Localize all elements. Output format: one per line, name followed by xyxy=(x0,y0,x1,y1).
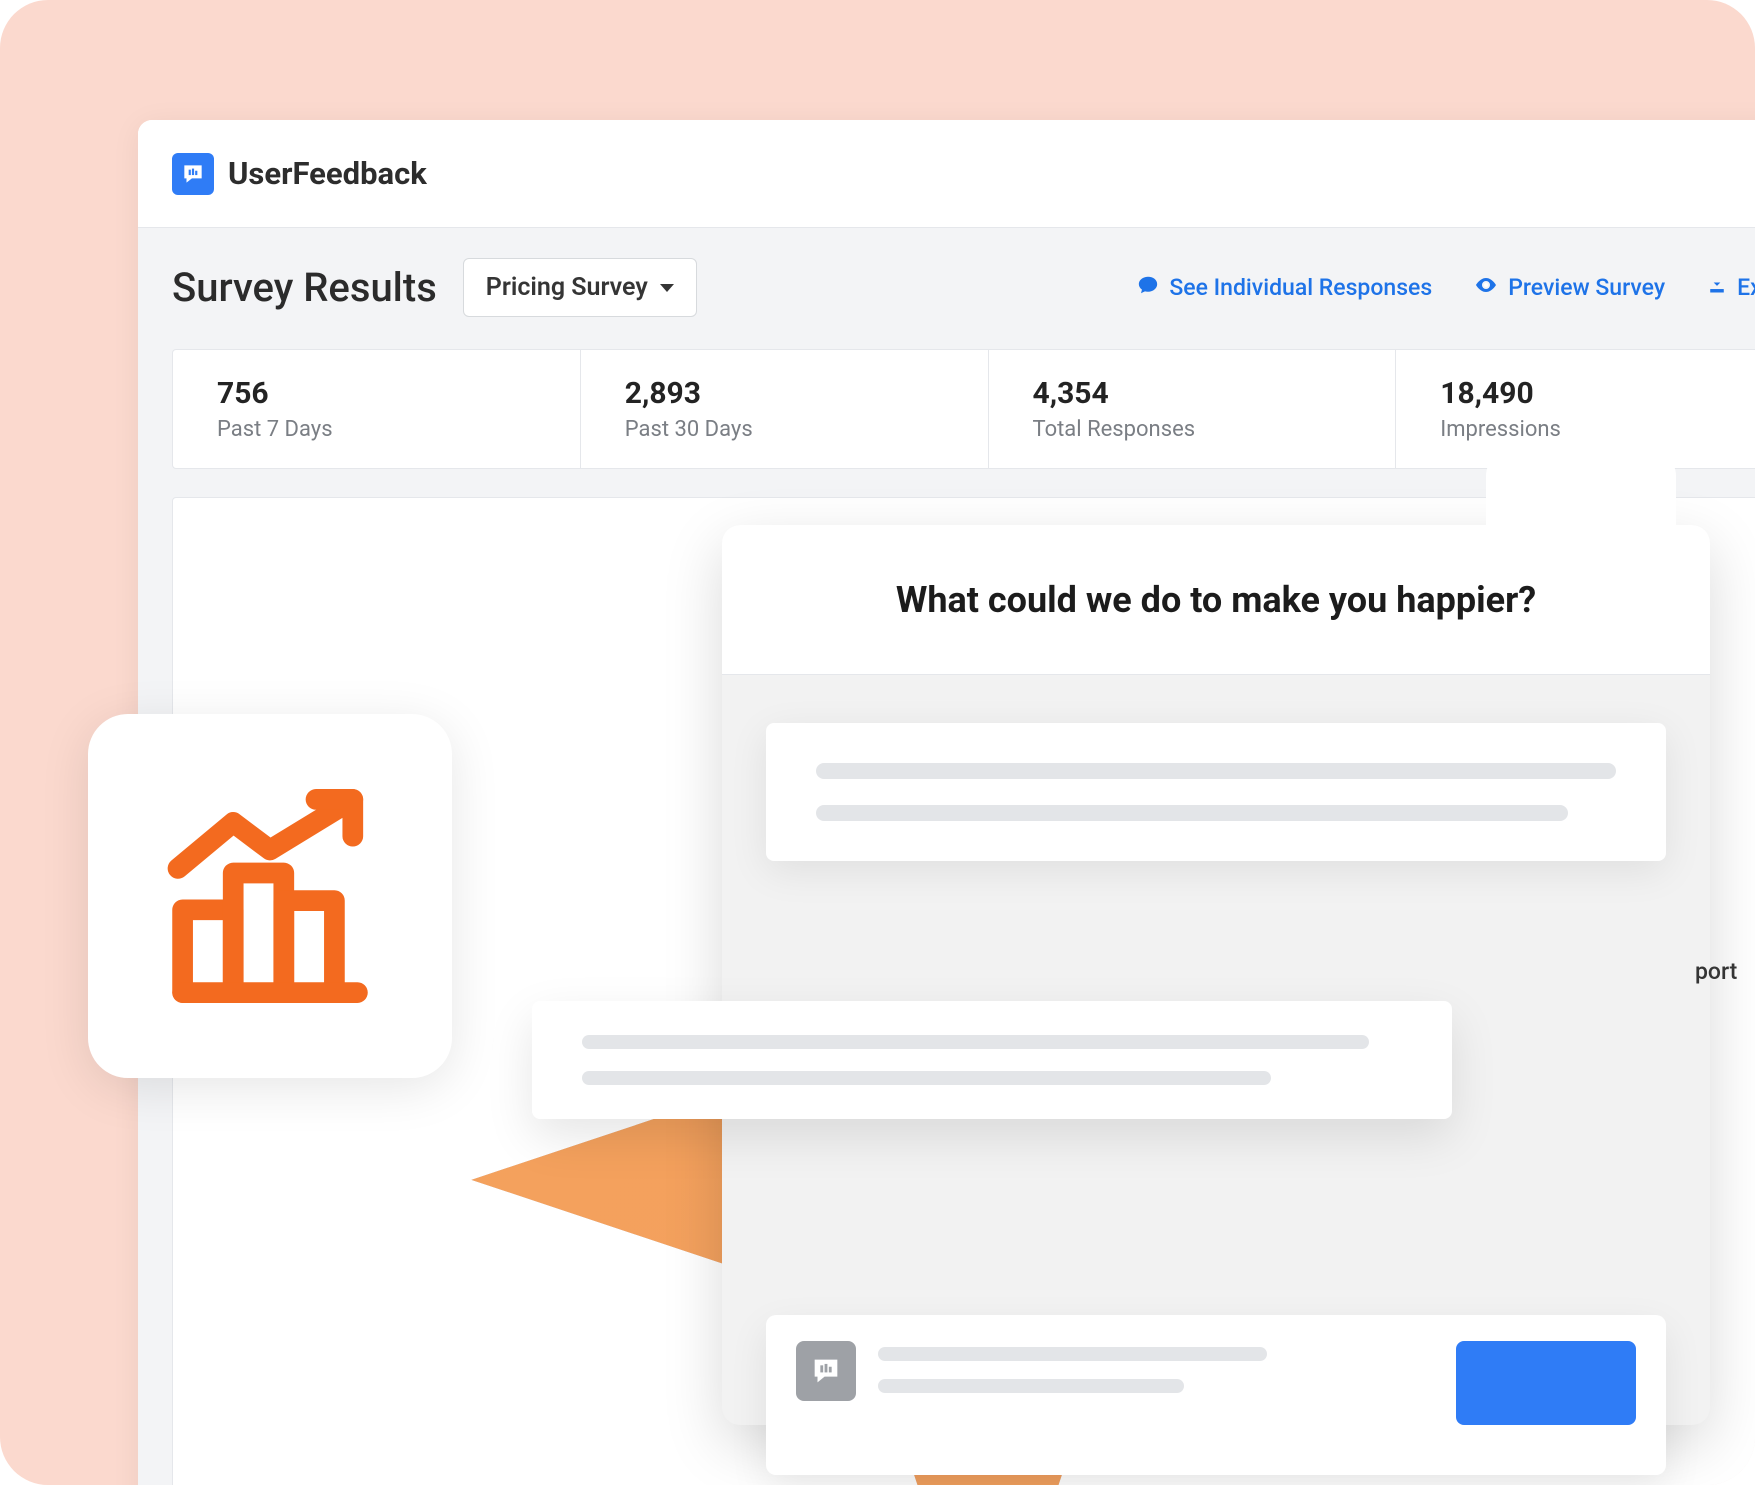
placeholder-line xyxy=(878,1347,1267,1361)
title-actions: See Individual Responses Preview Survey … xyxy=(1137,273,1755,303)
stat-value: 18,490 xyxy=(1440,376,1755,411)
placeholder-line xyxy=(878,1379,1184,1393)
preview-survey-link[interactable]: Preview Survey xyxy=(1474,273,1665,303)
see-responses-label: See Individual Responses xyxy=(1169,274,1432,301)
stat-value: 756 xyxy=(217,376,536,411)
placeholder-line xyxy=(816,805,1568,821)
stat-value: 4,354 xyxy=(1033,376,1352,411)
response-card xyxy=(766,723,1666,861)
analytics-icon-card xyxy=(88,714,452,1078)
download-icon xyxy=(1707,274,1727,301)
send-button[interactable] xyxy=(1456,1341,1636,1425)
placeholder-line xyxy=(582,1071,1271,1085)
see-responses-link[interactable]: See Individual Responses xyxy=(1137,273,1432,303)
stat-label: Impressions xyxy=(1440,417,1755,442)
export-label: Export xyxy=(1737,274,1755,301)
growth-chart-icon xyxy=(155,781,385,1011)
response-card xyxy=(532,1001,1452,1119)
page-title: Survey Results xyxy=(172,264,437,311)
title-row: Survey Results Pricing Survey See Indivi… xyxy=(172,258,1755,317)
eye-icon xyxy=(1474,273,1498,303)
brand-bar: UserFeedback xyxy=(138,120,1755,228)
input-bar xyxy=(766,1315,1666,1475)
question-panel: What could we do to make you happier? xyxy=(722,525,1710,1425)
survey-selector-dropdown[interactable]: Pricing Survey xyxy=(463,258,697,317)
placeholder-line xyxy=(816,763,1616,779)
brand-logo-icon xyxy=(172,153,214,195)
export-text-fragment: port xyxy=(1695,958,1737,985)
caret-down-icon xyxy=(660,284,674,292)
stat-label: Past 30 Days xyxy=(625,417,944,442)
placeholder-line xyxy=(582,1035,1369,1049)
stat-past-7: 756 Past 7 Days xyxy=(173,350,581,468)
comment-icon xyxy=(1137,274,1159,302)
survey-selector-label: Pricing Survey xyxy=(486,273,648,302)
stat-total-responses: 4,354 Total Responses xyxy=(989,350,1397,468)
stat-value: 2,893 xyxy=(625,376,944,411)
question-header: What could we do to make you happier? xyxy=(722,525,1710,675)
preview-survey-label: Preview Survey xyxy=(1508,274,1665,301)
stat-label: Total Responses xyxy=(1033,417,1352,442)
panel-tab xyxy=(1486,450,1676,540)
bot-avatar-icon xyxy=(796,1341,856,1401)
question-title: What could we do to make you happier? xyxy=(896,579,1536,621)
promo-canvas: UserFeedback Survey Results Pricing Surv… xyxy=(0,0,1755,1485)
stat-past-30: 2,893 Past 30 Days xyxy=(581,350,989,468)
brand-name: UserFeedback xyxy=(228,155,427,192)
export-link[interactable]: Export xyxy=(1707,273,1755,303)
input-placeholder[interactable] xyxy=(878,1341,1434,1393)
stat-label: Past 7 Days xyxy=(217,417,536,442)
